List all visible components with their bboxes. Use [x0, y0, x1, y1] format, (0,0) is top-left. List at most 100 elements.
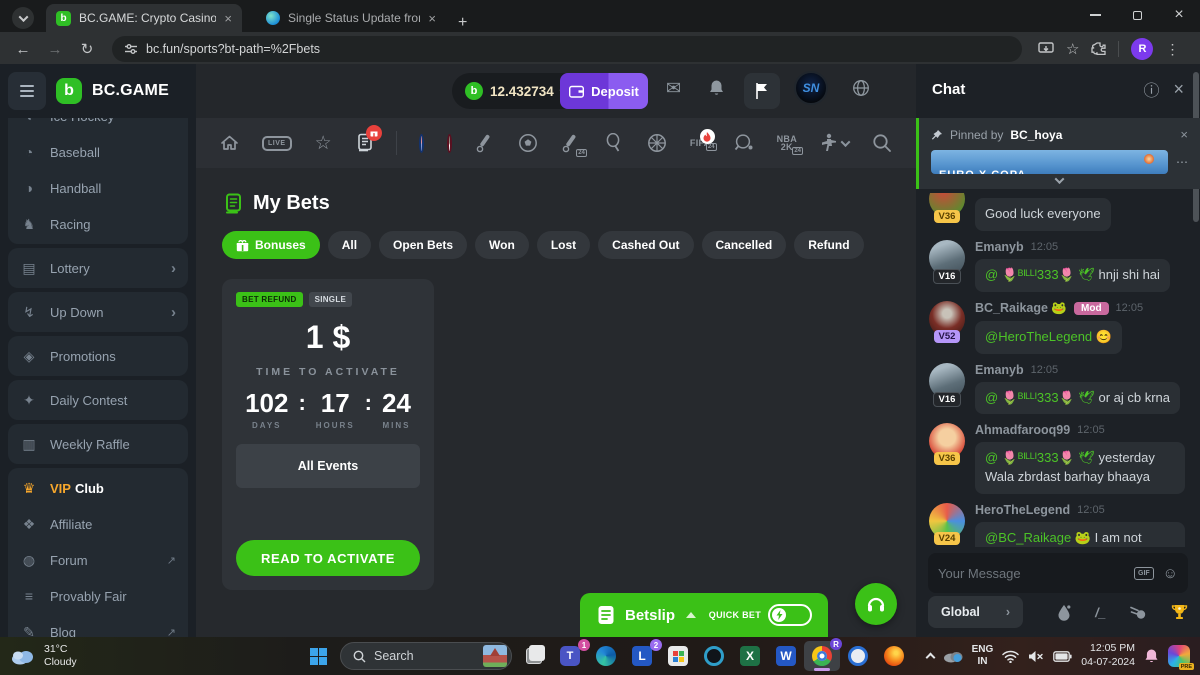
fifa-24-icon[interactable]: FIFA24: [690, 139, 711, 147]
cricket-24-icon[interactable]: 24: [561, 133, 581, 153]
pinned-more-icon[interactable]: ⋯: [1176, 155, 1188, 169]
tab-bcgame[interactable]: b BC.GAME: Crypto Casino Game ×: [46, 4, 242, 32]
hamburger-menu-button[interactable]: [8, 72, 46, 110]
globe-language-icon[interactable]: [852, 79, 870, 97]
browser-menu-icon[interactable]: ⋮: [1165, 41, 1179, 58]
filter-won[interactable]: Won: [475, 231, 529, 259]
read-to-activate-button[interactable]: READ TO ACTIVATE: [236, 540, 420, 576]
sidebar-item-daily-contest[interactable]: ✦Daily Contest: [8, 382, 188, 418]
mention[interactable]: @ 🌷ᴮᴵᴸᴸᴵ333🌷 🕊: [985, 450, 1095, 465]
bell-icon[interactable]: [708, 79, 725, 97]
chrome-app-active[interactable]: R: [804, 641, 840, 671]
my-bets-icon[interactable]: [355, 133, 373, 153]
notification-bell-icon[interactable]: [1144, 648, 1159, 664]
chat-username[interactable]: Ahmadfarooq99: [975, 423, 1070, 437]
pinned-close-icon[interactable]: ×: [1180, 127, 1188, 142]
sidebar-item-up-down[interactable]: ↯Up Down›: [8, 294, 188, 330]
task-view-button[interactable]: [516, 641, 552, 671]
reload-button[interactable]: ↻: [74, 36, 100, 62]
language-indicator[interactable]: ENGIN: [972, 644, 994, 668]
teams-app[interactable]: T1: [552, 641, 588, 671]
onedrive-icon[interactable]: [943, 649, 963, 663]
sidebar-item-affiliate[interactable]: ❖Affiliate: [8, 506, 188, 542]
counter-strike-icon[interactable]: [820, 133, 849, 153]
sidebar-item-lottery[interactable]: ▤Lottery›: [8, 250, 188, 286]
filter-cancelled[interactable]: Cancelled: [702, 231, 787, 259]
gif-button[interactable]: GIF: [1134, 567, 1154, 580]
pinned-expand-chevron[interactable]: [931, 174, 1188, 185]
bcgame-logo-icon[interactable]: b: [56, 78, 82, 104]
bookmark-star-icon[interactable]: ☆: [1066, 40, 1079, 58]
betslip-bar[interactable]: Betslip QUICK BET: [580, 593, 828, 637]
search-highlight-image[interactable]: [483, 645, 507, 667]
user-avatar[interactable]: SN: [794, 71, 828, 105]
sidebar-item-weekly-raffle[interactable]: ▥Weekly Raffle: [8, 426, 188, 462]
emoji-button[interactable]: ☺: [1163, 565, 1178, 582]
deposit-button[interactable]: Deposit: [560, 73, 648, 109]
chat-username[interactable]: Emanyb: [975, 240, 1024, 254]
all-events-button[interactable]: All Events: [236, 444, 420, 488]
chat-input-box[interactable]: GIF ☺: [928, 553, 1188, 593]
quick-bet-toggle[interactable]: [768, 604, 812, 626]
minimize-button[interactable]: [1074, 0, 1116, 30]
sidebar-item-provably-fair[interactable]: ≡Provably Fair: [8, 578, 188, 614]
mail-icon[interactable]: ✉: [666, 78, 681, 99]
new-tab-button[interactable]: +: [458, 14, 467, 32]
message-input[interactable]: [938, 566, 1125, 581]
chat-username[interactable]: HeroTheLegend: [975, 503, 1070, 517]
search-icon[interactable]: [872, 133, 892, 153]
site-settings-icon[interactable]: [124, 42, 138, 56]
forward-button[interactable]: →: [42, 36, 68, 62]
padel-icon[interactable]: [604, 133, 624, 153]
taskbar-search[interactable]: Search: [340, 642, 512, 670]
sports-pennant-button[interactable]: [744, 73, 780, 109]
edge-app[interactable]: [588, 641, 624, 671]
favorites-star-icon[interactable]: ☆: [315, 134, 332, 153]
loop-app[interactable]: L2: [624, 641, 660, 671]
trophy-icon[interactable]: [1171, 604, 1188, 620]
profile-avatar[interactable]: R: [1131, 38, 1153, 60]
copilot-icon[interactable]: PRE: [1168, 645, 1190, 667]
chat-close-icon[interactable]: ×: [1173, 79, 1184, 100]
chat-info-icon[interactable]: ⓘ: [1143, 77, 1159, 101]
filter-open-bets[interactable]: Open Bets: [379, 231, 467, 259]
sidebar-item-baseball[interactable]: ◔Baseball: [8, 134, 188, 170]
install-icon[interactable]: [1038, 42, 1054, 56]
basketball-icon[interactable]: [647, 133, 667, 153]
excel-app[interactable]: X: [732, 641, 768, 671]
hidden-icons-chevron[interactable]: [925, 653, 935, 663]
tab-close-icon[interactable]: ×: [224, 11, 232, 26]
firefox-app[interactable]: [876, 641, 912, 671]
close-button[interactable]: ×: [1158, 0, 1200, 30]
sidebar-item-racing[interactable]: ♞Racing: [8, 206, 188, 242]
chat-username[interactable]: BC_Raikage 🐸: [975, 301, 1067, 316]
cricket-icon[interactable]: [475, 133, 495, 153]
filter-cashed-out[interactable]: Cashed Out: [598, 231, 693, 259]
maximize-button[interactable]: [1116, 0, 1158, 30]
pinned-banner-image[interactable]: EURO X COPA: [931, 150, 1168, 174]
chat-username[interactable]: Emanyb: [975, 363, 1024, 377]
wifi-icon[interactable]: [1002, 650, 1019, 663]
word-app[interactable]: W: [768, 641, 804, 671]
alexa-app[interactable]: [696, 641, 732, 671]
mention[interactable]: @ 🌷ᴮᴵᴸᴸᴵ333🌷 🕊: [985, 267, 1095, 282]
sidebar-item-vip-club[interactable]: ♛VIPClub: [8, 470, 188, 506]
clock[interactable]: 12:05 PM04-07-2024: [1081, 642, 1135, 669]
tab-status-update[interactable]: Single Status Update from 07/0 ×: [256, 4, 446, 32]
sidebar-item-handball[interactable]: ◑Handball: [8, 170, 188, 206]
pinned-message[interactable]: Pinned by BC_hoya × EURO X COPA ⋯: [916, 118, 1200, 189]
nba2k-24-icon[interactable]: NBA2K24: [777, 135, 797, 151]
sidebar-item-forum[interactable]: ◍Forum↗: [8, 542, 188, 578]
soccer-icon[interactable]: [518, 133, 538, 153]
commands-icon[interactable]: /_: [1095, 605, 1106, 620]
start-button[interactable]: [300, 641, 336, 671]
tab-close-icon[interactable]: ×: [428, 11, 436, 26]
camera-app[interactable]: [840, 641, 876, 671]
filter-all[interactable]: All: [328, 231, 371, 259]
address-bar[interactable]: bc.fun/sports?bt-path=%2Fbets: [112, 36, 1022, 62]
back-button[interactable]: ←: [10, 36, 36, 62]
store-app[interactable]: [660, 641, 696, 671]
sidebar-item-blog[interactable]: ✎Blog↗: [8, 614, 188, 637]
mention[interactable]: @ 🌷ᴮᴵᴸᴸᴵ333🌷 🕊: [985, 390, 1095, 405]
euro-tournament-icon[interactable]: [419, 134, 424, 153]
